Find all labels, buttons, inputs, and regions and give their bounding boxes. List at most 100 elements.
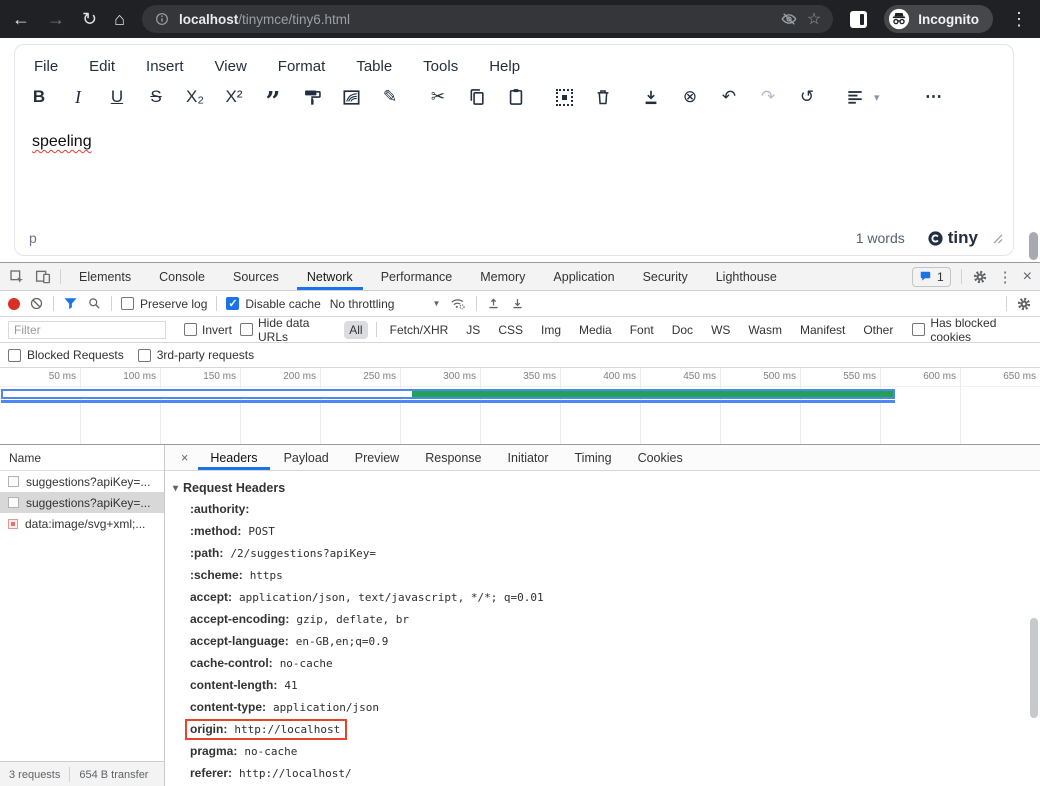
details-scrollbar-thumb[interactable] xyxy=(1030,618,1038,718)
import-har-icon[interactable] xyxy=(486,296,501,311)
issues-badge[interactable]: 1 xyxy=(912,267,951,287)
devtools-menu-icon[interactable]: ⋮ xyxy=(998,268,1013,286)
paste-button[interactable] xyxy=(504,85,528,109)
throttling-select[interactable]: No throttling ▼ xyxy=(330,297,441,311)
filter-type-doc[interactable]: Doc xyxy=(667,321,698,339)
filter-input[interactable] xyxy=(8,321,166,339)
cut-button[interactable]: ✂ xyxy=(426,85,450,109)
tab-lighthouse[interactable]: Lighthouse xyxy=(706,263,787,290)
filter-type-all[interactable]: All xyxy=(344,321,367,339)
menu-tools[interactable]: Tools xyxy=(423,58,458,75)
search-icon[interactable] xyxy=(87,296,102,311)
strikethrough-button[interactable]: S xyxy=(144,85,168,109)
underline-button[interactable]: U xyxy=(105,85,129,109)
subscript-button[interactable]: X₂ xyxy=(183,85,207,109)
tab-console[interactable]: Console xyxy=(149,263,215,290)
details-tab-cookies[interactable]: Cookies xyxy=(626,445,695,470)
editor-content-area[interactable]: speeling xyxy=(15,118,1013,221)
blocked-requests-checkbox[interactable] xyxy=(8,349,21,362)
menu-insert[interactable]: Insert xyxy=(146,58,184,75)
align-button[interactable] xyxy=(843,85,867,109)
address-bar[interactable]: localhost/tinymce/tiny6.html ☆ xyxy=(142,5,833,33)
element-path[interactable]: p xyxy=(29,230,37,246)
details-tab-preview[interactable]: Preview xyxy=(343,445,411,470)
side-panel-icon[interactable] xyxy=(850,11,867,28)
menu-view[interactable]: View xyxy=(215,58,247,75)
page-info-icon[interactable] xyxy=(154,11,170,27)
cancel-button[interactable]: ⊗ xyxy=(678,85,702,109)
filter-type-font[interactable]: Font xyxy=(625,321,659,339)
has-blocked-cookies-checkbox[interactable] xyxy=(912,323,925,336)
devtools-close-icon[interactable]: × xyxy=(1023,268,1032,286)
browser-menu-icon[interactable]: ⋮ xyxy=(1010,10,1028,28)
export-button[interactable] xyxy=(639,85,663,109)
preserve-log-checkbox[interactable] xyxy=(121,297,134,310)
filter-type-fetch-xhr[interactable]: Fetch/XHR xyxy=(385,321,454,339)
details-tab-response[interactable]: Response xyxy=(413,445,493,470)
details-tab-payload[interactable]: Payload xyxy=(272,445,341,470)
format-painter-button[interactable] xyxy=(300,85,324,109)
filter-type-manifest[interactable]: Manifest xyxy=(795,321,850,339)
disable-cache-checkbox[interactable] xyxy=(226,297,239,310)
export-har-icon[interactable] xyxy=(510,296,525,311)
filter-type-ws[interactable]: WS xyxy=(706,321,735,339)
request-headers-section[interactable]: ▾ Request Headers xyxy=(165,471,1040,498)
third-party-requests-checkbox[interactable] xyxy=(138,349,151,362)
filter-type-media[interactable]: Media xyxy=(574,321,617,339)
misspelled-word[interactable]: speeling xyxy=(32,133,92,150)
name-column-header[interactable]: Name xyxy=(0,445,164,471)
permanent-pen-button[interactable]: ✎ xyxy=(378,85,402,109)
tab-performance[interactable]: Performance xyxy=(371,263,463,290)
device-toolbar-icon[interactable] xyxy=(34,268,52,286)
align-chevron-icon[interactable]: ▾ xyxy=(874,91,880,104)
menu-file[interactable]: File xyxy=(34,58,58,75)
filter-type-wasm[interactable]: Wasm xyxy=(743,321,787,339)
filter-type-img[interactable]: Img xyxy=(536,321,566,339)
eye-blocked-icon[interactable] xyxy=(780,10,798,28)
filter-type-other[interactable]: Other xyxy=(858,321,898,339)
copy-button[interactable] xyxy=(465,85,489,109)
request-row[interactable]: data:image/svg+xml;... xyxy=(0,513,164,534)
network-settings-icon[interactable] xyxy=(1016,296,1032,312)
clear-button[interactable] xyxy=(29,296,44,311)
select-all-button[interactable] xyxy=(552,85,576,109)
back-icon[interactable]: ← xyxy=(12,10,30,28)
inspect-element-icon[interactable] xyxy=(8,268,26,286)
tab-sources[interactable]: Sources xyxy=(223,263,289,290)
word-count[interactable]: 1 words xyxy=(856,230,905,246)
tab-application[interactable]: Application xyxy=(543,263,624,290)
insert-chart-button[interactable] xyxy=(339,85,363,109)
record-button[interactable] xyxy=(8,298,20,310)
resize-handle[interactable] xyxy=(992,233,1003,244)
details-tab-timing[interactable]: Timing xyxy=(563,445,624,470)
filter-toggle-icon[interactable] xyxy=(63,296,78,311)
redo-button[interactable]: ↷ xyxy=(756,85,780,109)
italic-button[interactable]: I xyxy=(66,85,90,109)
delete-button[interactable] xyxy=(591,85,615,109)
network-conditions-icon[interactable] xyxy=(449,296,467,312)
filter-type-js[interactable]: JS xyxy=(461,321,485,339)
blockquote-button[interactable]: ” xyxy=(261,85,285,109)
menu-format[interactable]: Format xyxy=(278,58,326,75)
restore-draft-button[interactable]: ↺ xyxy=(795,85,819,109)
tab-elements[interactable]: Elements xyxy=(69,263,141,290)
hide-data-urls-checkbox[interactable] xyxy=(240,323,253,336)
tab-security[interactable]: Security xyxy=(633,263,698,290)
reload-icon[interactable]: ↻ xyxy=(82,10,97,28)
bookmark-star-icon[interactable]: ☆ xyxy=(807,9,821,29)
details-tab-headers[interactable]: Headers xyxy=(198,445,269,470)
page-scrollbar-thumb[interactable] xyxy=(1029,232,1038,260)
superscript-button[interactable]: X² xyxy=(222,85,246,109)
details-close-icon[interactable]: × xyxy=(173,445,196,470)
devtools-settings-icon[interactable] xyxy=(972,269,988,285)
more-button[interactable]: ⋯ xyxy=(922,85,946,109)
invert-checkbox[interactable] xyxy=(184,323,197,336)
filter-type-css[interactable]: CSS xyxy=(493,321,528,339)
details-tab-initiator[interactable]: Initiator xyxy=(496,445,561,470)
forward-icon[interactable]: → xyxy=(47,10,65,28)
menu-help[interactable]: Help xyxy=(489,58,520,75)
home-icon[interactable]: ⌂ xyxy=(114,10,125,28)
tab-memory[interactable]: Memory xyxy=(470,263,535,290)
menu-edit[interactable]: Edit xyxy=(89,58,115,75)
tab-network[interactable]: Network xyxy=(297,263,363,290)
